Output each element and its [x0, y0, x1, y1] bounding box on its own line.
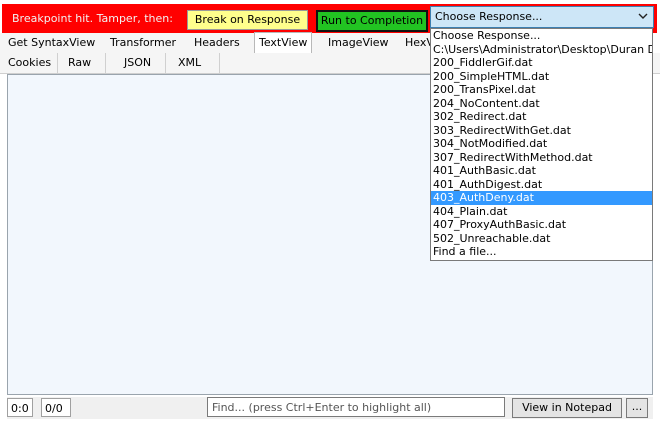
dropdown-item[interactable]: 303_RedirectWithGet.dat	[431, 124, 652, 138]
tab-headers[interactable]: Headers	[190, 33, 244, 53]
dropdown-item[interactable]: 401_AuthDigest.dat	[431, 178, 652, 192]
dropdown-item[interactable]: Find a file...	[431, 245, 652, 259]
inspector-tabs-row1: Get SyntaxView Transformer Headers TextV…	[0, 32, 434, 54]
dropdown-item[interactable]: 200_SimpleHTML.dat	[431, 70, 652, 84]
break-on-response-button[interactable]: Break on Response	[187, 10, 308, 30]
dropdown-item[interactable]: 401_AuthBasic.dat	[431, 164, 652, 178]
dropdown-item[interactable]: 407_ProxyAuthBasic.dat	[431, 218, 652, 232]
find-input[interactable]	[207, 397, 505, 417]
tab-imageview[interactable]: ImageView	[324, 33, 393, 53]
tab-xml[interactable]: XML	[174, 53, 220, 73]
breakpoint-label: Breakpoint hit. Tamper, then:	[12, 12, 173, 25]
cursor-position: 0:0	[7, 398, 33, 417]
dropdown-item[interactable]: Choose Response...	[431, 29, 652, 43]
dropdown-item[interactable]: 302_Redirect.dat	[431, 110, 652, 124]
status-bar: 0:0 0/0 View in Notepad ...	[7, 397, 653, 419]
choose-response-select[interactable]: Choose Response...	[430, 6, 654, 28]
dropdown-item[interactable]: 307_RedirectWithMethod.dat	[431, 151, 652, 165]
dropdown-item[interactable]: 502_Unreachable.dat	[431, 232, 652, 246]
dropdown-item[interactable]: 403_AuthDeny.dat	[431, 191, 652, 205]
view-in-notepad-button[interactable]: View in Notepad	[512, 398, 622, 418]
run-to-completion-button[interactable]: Run to Completion	[316, 10, 428, 32]
choose-response-value: Choose Response...	[435, 10, 543, 23]
tab-cookies[interactable]: Cookies	[4, 53, 58, 73]
tab-get-syntaxview[interactable]: Get SyntaxView	[4, 33, 99, 53]
tab-textview[interactable]: TextView	[254, 32, 313, 54]
dropdown-item[interactable]: 304_NotModified.dat	[431, 137, 652, 151]
chevron-down-icon	[638, 13, 648, 19]
choose-response-dropdown[interactable]: Choose Response... C:\Users\Administrato…	[430, 28, 653, 261]
dropdown-item[interactable]: 200_TransPixel.dat	[431, 83, 652, 97]
dropdown-item[interactable]: 404_Plain.dat	[431, 205, 652, 219]
more-options-button[interactable]: ...	[626, 398, 648, 418]
dropdown-item[interactable]: C:\Users\Administrator\Desktop\Duran Dur…	[431, 43, 652, 57]
tab-json[interactable]: JSON	[120, 53, 166, 73]
match-count: 0/0	[41, 398, 71, 417]
dropdown-item[interactable]: 200_FiddlerGif.dat	[431, 56, 652, 70]
tab-raw[interactable]: Raw	[64, 53, 106, 73]
dropdown-item[interactable]: 204_NoContent.dat	[431, 97, 652, 111]
tab-transformer[interactable]: Transformer	[106, 33, 180, 53]
